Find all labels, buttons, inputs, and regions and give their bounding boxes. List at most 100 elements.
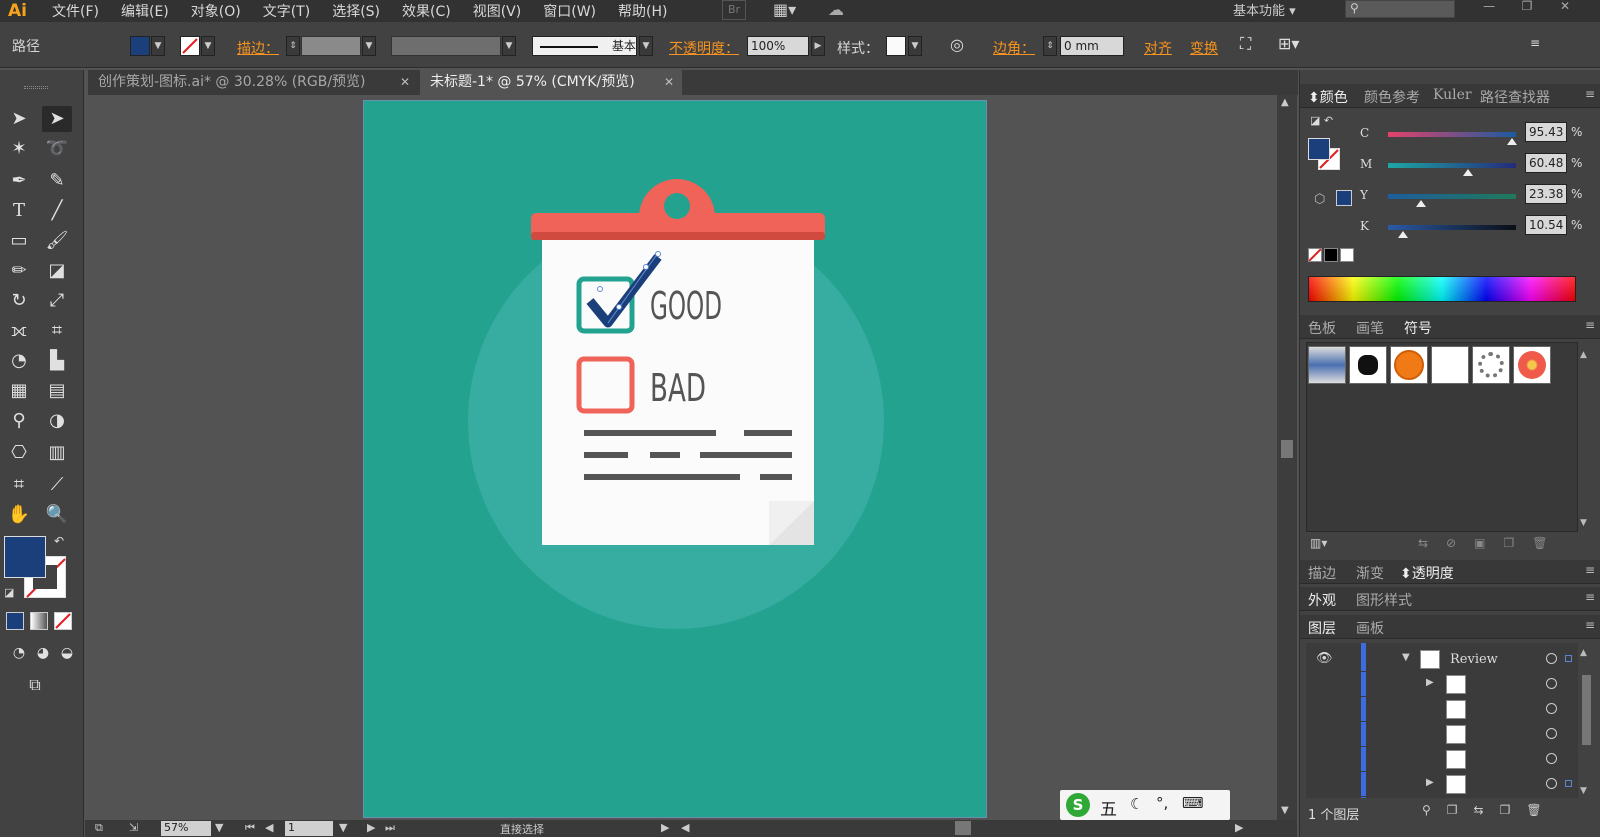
transform-link[interactable]: 变换 — [1190, 38, 1218, 58]
tab-pathfinder[interactable]: 路径查找器 — [1480, 87, 1550, 107]
bridge-button[interactable]: Br — [722, 0, 746, 20]
rotate-tool-icon[interactable]: ↻ — [4, 288, 34, 314]
tab-stroke[interactable]: 描边 — [1308, 563, 1336, 583]
sync-settings-icon[interactable]: ☁ — [828, 0, 844, 19]
symbols-scroll-down[interactable]: ▼ — [1580, 518, 1587, 528]
isolate-group-icon[interactable]: ⛶ — [1240, 34, 1251, 54]
hscroll-thumb[interactable] — [955, 821, 971, 835]
eyedropper-tool-icon[interactable]: ⚲ — [4, 408, 34, 434]
target-circle-icon[interactable] — [1546, 653, 1557, 664]
restore-button[interactable]: ❐ — [1508, 0, 1546, 14]
expand-triangle-icon[interactable]: ▶ — [1426, 777, 1434, 788]
column-graph-tool-icon[interactable]: ▥ — [42, 440, 72, 466]
width-tool-icon[interactable]: ⟗ — [4, 318, 34, 344]
type-tool-icon[interactable]: T — [4, 198, 34, 224]
stroke-dropdown[interactable]: ▼ — [201, 36, 215, 56]
symbol-libraries-icon[interactable]: ▥▾ — [1310, 536, 1327, 550]
magenta-value-field[interactable]: 60.48 — [1525, 153, 1567, 173]
panel-menu-icon[interactable]: ≡ — [1585, 618, 1595, 632]
canvas-area[interactable]: GOOD BAD — [85, 95, 1277, 820]
symbol-ink-splat[interactable] — [1349, 346, 1387, 384]
selection-tool-icon[interactable]: ➤ — [4, 106, 34, 132]
menu-view[interactable]: 视图(V) — [473, 1, 522, 21]
tab-color[interactable]: ⬍颜色 — [1308, 87, 1348, 107]
status-menu-icon[interactable]: ▶ — [661, 821, 669, 834]
opacity-field[interactable]: 100% — [747, 36, 809, 56]
selection-square-icon[interactable] — [1565, 780, 1572, 787]
hscroll-right-icon[interactable]: ▶ — [1235, 821, 1243, 834]
tab-document-2[interactable]: 未标题-1* @ 57% (CMYK/预览) ✕ — [420, 70, 682, 95]
artboard-number-field[interactable]: 1 — [285, 821, 333, 836]
slider-knob[interactable] — [1398, 231, 1408, 238]
color-spectrum[interactable] — [1308, 276, 1576, 302]
close-tab-icon[interactable]: ✕ — [664, 70, 674, 95]
scale-tool-icon[interactable]: ⤢ — [42, 288, 72, 314]
tab-gradient[interactable]: 渐变 — [1356, 563, 1384, 583]
zoom-field[interactable]: 57% — [161, 821, 211, 836]
slider-track[interactable] — [1388, 194, 1516, 199]
none-mode-button[interactable] — [54, 612, 72, 630]
variable-width-profile[interactable] — [391, 36, 501, 56]
graphic-style-dropdown[interactable]: ▼ — [908, 36, 922, 56]
yellow-value-field[interactable]: 23.38 — [1525, 184, 1567, 204]
next-artboard-icon[interactable]: ▶ — [367, 821, 375, 834]
close-window-button[interactable]: ✕ — [1546, 0, 1584, 14]
scroll-up-icon[interactable]: ▲ — [1281, 97, 1289, 108]
expand-triangle-icon[interactable]: ▼ — [1402, 652, 1410, 663]
opacity-dropdown[interactable]: ▶ — [811, 36, 825, 56]
tab-artboards[interactable]: 画板 — [1356, 618, 1384, 638]
fill-swatch[interactable] — [130, 36, 150, 56]
artboard[interactable]: GOOD BAD — [363, 100, 987, 818]
gradient-mode-button[interactable] — [30, 612, 48, 630]
free-transform-tool-icon[interactable]: ⌗ — [42, 318, 72, 344]
zoom-tool-icon[interactable]: 🔍 — [42, 502, 72, 528]
corner-stepper[interactable]: ⇕ — [1043, 36, 1057, 56]
cyan-slider[interactable]: C 95.43 % — [1360, 122, 1600, 148]
layer-row[interactable]: ▶ — [1308, 672, 1578, 697]
menu-file[interactable]: 文件(F) — [52, 1, 99, 21]
blend-tool-icon[interactable]: ◑ — [42, 408, 72, 434]
magenta-slider[interactable]: M 60.48 % — [1360, 153, 1600, 179]
symbol-orange-button[interactable] — [1390, 346, 1428, 384]
slice-tool-icon[interactable]: ⟋ — [42, 472, 72, 498]
corner-radius-field[interactable]: 0 mm — [1060, 36, 1124, 56]
anchor-point[interactable] — [643, 264, 649, 270]
yellow-slider[interactable]: Y 23.38 % — [1360, 184, 1600, 210]
panel-fill-swatch[interactable] — [1308, 138, 1330, 160]
target-circle-icon[interactable] — [1546, 753, 1557, 764]
slider-track[interactable] — [1388, 225, 1516, 230]
moon-icon[interactable]: ☾ — [1130, 795, 1143, 813]
transform-options-icon[interactable]: ⊞▾ — [1278, 34, 1299, 53]
mesh-tool-icon[interactable]: ▦ — [4, 378, 34, 404]
tab-transparency[interactable]: ⬍透明度 — [1400, 563, 1454, 583]
slider-knob[interactable] — [1416, 200, 1426, 207]
artwork[interactable]: GOOD BAD — [364, 101, 988, 819]
vertical-scrollbar[interactable]: ▲ ▼ — [1277, 95, 1297, 820]
close-tab-icon[interactable]: ✕ — [400, 70, 410, 95]
symbol-dots[interactable] — [1431, 346, 1469, 384]
slider-knob[interactable] — [1463, 169, 1473, 176]
lasso-tool-icon[interactable]: ➰ — [42, 136, 72, 162]
out-of-gamut-icon[interactable]: ⬡ — [1314, 192, 1325, 207]
export-icon[interactable]: ⇲ — [129, 821, 138, 834]
last-artboard-icon[interactable]: ⏭ — [385, 821, 395, 835]
fill-color-box[interactable] — [4, 536, 46, 578]
slider-track[interactable] — [1388, 132, 1516, 137]
tab-brushes[interactable]: 画笔 — [1356, 318, 1384, 338]
ime-mode-label[interactable]: 五 — [1100, 795, 1117, 820]
panel-grip[interactable] — [24, 86, 48, 89]
eraser-tool-icon[interactable]: ◪ — [42, 258, 72, 284]
layers-scroll-thumb[interactable] — [1582, 675, 1591, 745]
symbol-actions-icons[interactable]: ⇆⊘▣❐🗑 — [1418, 536, 1565, 550]
magic-wand-tool-icon[interactable]: ✶ — [4, 136, 34, 162]
slider-knob[interactable] — [1507, 138, 1517, 145]
layer-row[interactable]: ▶ — [1308, 772, 1578, 797]
stroke-weight-field[interactable] — [301, 36, 361, 56]
fill-dropdown[interactable]: ▼ — [151, 36, 165, 56]
tab-kuler[interactable]: Kuler — [1433, 87, 1472, 103]
layer-actions-icons[interactable]: ⚲❐⇆❐🗑 — [1422, 803, 1558, 817]
opacity-label[interactable]: 不透明度： — [669, 38, 739, 58]
recolor-artwork-icon[interactable]: ◎ — [950, 35, 964, 54]
hand-tool-icon[interactable]: ✋ — [4, 502, 34, 528]
tab-swatches[interactable]: 色板 — [1308, 318, 1336, 338]
